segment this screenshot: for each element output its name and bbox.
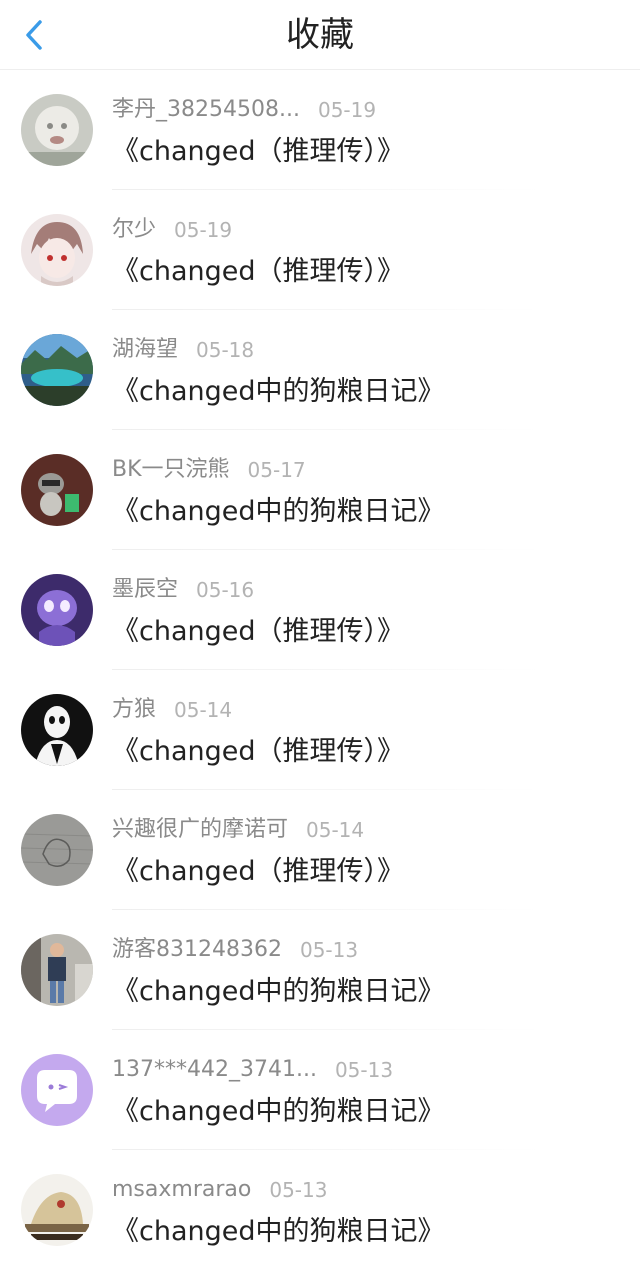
sketch-avatar[interactable] [21, 814, 93, 886]
date: 05-18 [196, 338, 255, 362]
username[interactable]: 墨辰空 [112, 574, 178, 606]
username[interactable]: 湖海望 [112, 334, 178, 366]
username[interactable]: 方狼 [112, 694, 156, 726]
username[interactable]: 李丹_38254508... [112, 94, 300, 126]
hat-photo-avatar[interactable] [21, 1174, 93, 1246]
list-item[interactable]: 137***442_3741... 05-13 《changed中的狗粮日记》 [0, 1030, 640, 1150]
chat-bubble-avatar[interactable] [21, 1054, 93, 1126]
list-item[interactable]: 墨辰空 05-16 《changed（推理传）》 [0, 550, 640, 670]
page-title: 收藏 [286, 15, 354, 55]
list-item[interactable]: 李丹_38254508... 05-19 《changed（推理传）》 [0, 70, 640, 190]
book-title[interactable]: 《changed（推理传）》 [112, 132, 404, 172]
list-item[interactable]: 游客831248362 05-13 《changed中的狗粮日记》 [0, 910, 640, 1030]
username[interactable]: BK一只浣熊 [112, 454, 230, 486]
list-item[interactable]: msaxmrarao 05-13 《changed中的狗粮日记》 [0, 1150, 640, 1270]
date: 05-13 [334, 1058, 394, 1082]
list-item[interactable]: 方狼 05-14 《changed（推理传）》 [0, 670, 640, 790]
username[interactable]: 游客831248362 [112, 934, 282, 966]
book-title[interactable]: 《changed（推理传）》 [112, 732, 404, 772]
username[interactable]: 137***442_3741... [112, 1054, 317, 1086]
lake-landscape-avatar[interactable] [21, 334, 93, 406]
purple-creature-avatar[interactable] [21, 574, 93, 646]
list-item[interactable]: BK一只浣熊 05-17 《changed中的狗粮日记》 [0, 430, 640, 550]
book-title[interactable]: 《changed中的狗粮日记》 [112, 1092, 445, 1132]
book-title[interactable]: 《changed中的狗粮日记》 [112, 372, 445, 412]
favorites-list: 李丹_38254508... 05-19 《changed（推理传）》 尔少 05-… [0, 70, 640, 1270]
list-item[interactable]: 湖海望 05-18 《changed中的狗粮日记》 [0, 310, 640, 430]
book-title[interactable]: 《changed（推理传）》 [112, 612, 404, 652]
person-photo-avatar[interactable] [21, 934, 93, 1006]
username[interactable]: 尔少 [112, 214, 156, 246]
date: 05-17 [247, 458, 306, 482]
book-title[interactable]: 《changed中的狗粮日记》 [112, 972, 445, 1012]
baby-photo-avatar[interactable] [21, 94, 93, 166]
anime-character-avatar[interactable] [21, 214, 93, 286]
date: 05-16 [196, 578, 255, 602]
date: 05-13 [299, 938, 359, 962]
book-title[interactable]: 《changed（推理传）》 [112, 852, 404, 892]
date: 05-14 [174, 698, 233, 722]
top-bar: 收藏 [0, 0, 640, 70]
book-title[interactable]: 《changed（推理传）》 [112, 252, 404, 292]
list-item[interactable]: 兴趣很广的摩诺可 05-14 《changed（推理传）》 [0, 790, 640, 910]
username[interactable]: 兴趣很广的摩诺可 [112, 814, 288, 846]
date: 05-13 [269, 1178, 328, 1202]
masked-figure-avatar[interactable] [21, 694, 93, 766]
list-item[interactable]: 尔少 05-19 《changed（推理传）》 [0, 190, 640, 310]
date: 05-19 [317, 98, 377, 122]
book-title[interactable]: 《changed中的狗粮日记》 [112, 492, 445, 532]
username[interactable]: msaxmrarao [112, 1174, 251, 1206]
date: 05-14 [306, 818, 365, 842]
raccoon-avatar[interactable] [21, 454, 93, 526]
date: 05-19 [174, 218, 233, 242]
book-title[interactable]: 《changed中的狗粮日记》 [112, 1212, 445, 1252]
